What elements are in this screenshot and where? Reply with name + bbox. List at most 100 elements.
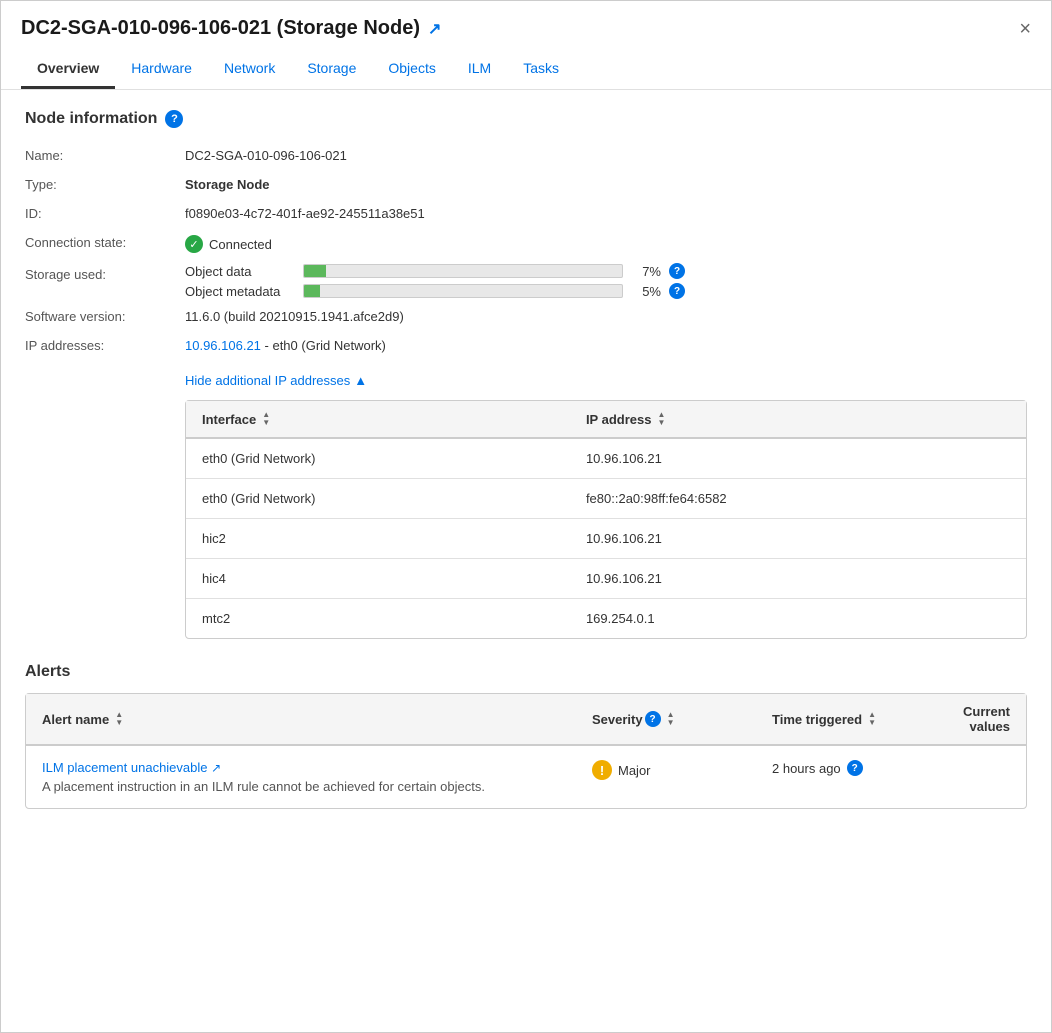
time-col-header[interactable]: Time triggered <box>756 694 936 745</box>
alert-name-col-label: Alert name <box>42 712 109 727</box>
object-metadata-row: Object metadata 5% ? <box>185 283 1027 299</box>
interface-col-label: Interface <box>202 412 256 427</box>
connected-check-icon: ✓ <box>185 235 203 253</box>
object-data-progress-bar <box>303 264 623 278</box>
node-info-section-title: Node information ? <box>25 110 1027 128</box>
alert-name-cell: ILM placement unachievable ↗ A placement… <box>26 745 576 808</box>
tab-network[interactable]: Network <box>208 52 291 89</box>
alerts-section: Alerts Alert name <box>25 663 1027 809</box>
tab-ilm[interactable]: ILM <box>452 52 507 89</box>
tab-storage[interactable]: Storage <box>291 52 372 89</box>
software-value: 11.6.0 (build 20210915.1941.afce2d9) <box>185 305 1027 328</box>
ip-addresses-table: Interface IP address eth <box>185 400 1027 639</box>
ip-cell: fe80::2a0:98ff:fe64:6582 <box>570 479 1026 519</box>
time-col-label: Time triggered <box>772 712 862 727</box>
id-value: f0890e03-4c72-401f-ae92-245511a38e51 <box>185 202 1027 225</box>
severity-col-label: Severity <box>592 712 643 727</box>
severity-sort-icon <box>667 711 675 727</box>
object-data-help-icon[interactable]: ? <box>669 263 685 279</box>
modal-header: DC2-SGA-010-096-106-021 (Storage Node) ↗… <box>1 1 1051 90</box>
connection-status-text: Connected <box>209 237 272 252</box>
object-data-row: Object data 7% ? <box>185 263 1027 279</box>
alert-description: A placement instruction in an ILM rule c… <box>42 779 560 794</box>
chevron-up-icon: ▲ <box>354 373 367 388</box>
ip-table-row: hic4 10.96.106.21 <box>186 559 1026 599</box>
object-data-label: Object data <box>185 264 295 279</box>
major-icon: ! <box>592 760 612 780</box>
alert-time-cell: 2 hours ago ? <box>756 745 936 808</box>
time-triggered: 2 hours ago ? <box>772 760 920 776</box>
alert-name-link[interactable]: ILM placement unachievable ↗ <box>42 760 221 775</box>
object-metadata-help-icon[interactable]: ? <box>669 283 685 299</box>
severity-sort[interactable]: Severity ? <box>592 711 675 727</box>
ip-table-row: eth0 (Grid Network) fe80::2a0:98ff:fe64:… <box>186 479 1026 519</box>
ip-col-label: IP address <box>586 412 652 427</box>
tab-objects[interactable]: Objects <box>372 52 451 89</box>
type-value: Storage Node <box>185 173 1027 196</box>
ip-address-link[interactable]: 10.96.106.21 <box>185 338 261 353</box>
interface-cell: eth0 (Grid Network) <box>186 479 570 519</box>
current-col-label: Current values <box>963 704 1010 734</box>
object-metadata-fill <box>304 285 320 297</box>
time-sort[interactable]: Time triggered <box>772 711 876 727</box>
alert-table-row: ILM placement unachievable ↗ A placement… <box>26 745 1026 808</box>
storage-node-modal: DC2-SGA-010-096-106-021 (Storage Node) ↗… <box>0 0 1052 1033</box>
tab-tasks[interactable]: Tasks <box>507 52 575 89</box>
alert-name-sort[interactable]: Alert name <box>42 711 123 727</box>
ip-cell: 10.96.106.21 <box>570 519 1026 559</box>
ip-value: 10.96.106.21 - eth0 (Grid Network) <box>185 334 1027 357</box>
title-text: DC2-SGA-010-096-106-021 (Storage Node) <box>21 17 420 40</box>
ip-col-header[interactable]: IP address <box>570 401 1026 438</box>
object-metadata-progress-bar <box>303 284 623 298</box>
ip-table-row: mtc2 169.254.0.1 <box>186 599 1026 639</box>
severity-text: Major <box>618 763 651 778</box>
alert-current-cell <box>936 745 1026 808</box>
modal-title: DC2-SGA-010-096-106-021 (Storage Node) ↗ <box>21 17 441 52</box>
severity-help-icon[interactable]: ? <box>645 711 661 727</box>
ip-cell: 10.96.106.21 <box>570 438 1026 479</box>
object-data-pct: 7% <box>631 264 661 279</box>
time-help-icon[interactable]: ? <box>847 760 863 776</box>
interface-sort-icon <box>262 411 270 427</box>
storage-label: Storage used: <box>25 263 185 299</box>
time-sort-icon <box>868 711 876 727</box>
connection-label: Connection state: <box>25 231 185 257</box>
severity-col-header[interactable]: Severity ? <box>576 694 756 745</box>
object-data-fill <box>304 265 326 277</box>
interface-sort[interactable]: Interface <box>202 411 270 427</box>
time-text: 2 hours ago <box>772 761 841 776</box>
ip-cell: 10.96.106.21 <box>570 559 1026 599</box>
connection-state: ✓ Connected <box>185 235 1027 253</box>
tab-overview[interactable]: Overview <box>21 52 115 89</box>
alert-name-col-header[interactable]: Alert name <box>26 694 576 745</box>
software-label: Software version: <box>25 305 185 328</box>
ip-suffix: - eth0 (Grid Network) <box>261 338 386 353</box>
tab-bar: Overview Hardware Network Storage Object… <box>21 52 1031 89</box>
alerts-title: Alerts <box>25 663 1027 681</box>
close-button[interactable]: × <box>1019 19 1031 51</box>
alert-severity-cell: ! Major <box>576 745 756 808</box>
ip-label: IP addresses: <box>25 334 185 357</box>
storage-used-value: Object data 7% ? Object metadata 5% ? <box>185 263 1027 299</box>
interface-cell: hic2 <box>186 519 570 559</box>
major-badge: ! Major <box>592 760 651 780</box>
id-label: ID: <box>25 202 185 225</box>
tab-hardware[interactable]: Hardware <box>115 52 208 89</box>
node-info-grid: Name: DC2-SGA-010-096-106-021 Type: Stor… <box>25 144 1027 357</box>
object-metadata-pct: 5% <box>631 284 661 299</box>
interface-col-header[interactable]: Interface <box>186 401 570 438</box>
alert-external-icon: ↗ <box>211 761 221 775</box>
ip-table-row: eth0 (Grid Network) 10.96.106.21 <box>186 438 1026 479</box>
interface-cell: mtc2 <box>186 599 570 639</box>
ip-cell: 169.254.0.1 <box>570 599 1026 639</box>
hide-ip-label: Hide additional IP addresses <box>185 373 350 388</box>
section-title-text: Node information <box>25 110 157 128</box>
node-info-help-icon[interactable]: ? <box>165 110 183 128</box>
current-col-header: Current values <box>936 694 1026 745</box>
external-link-icon[interactable]: ↗ <box>428 19 441 39</box>
hide-ip-link[interactable]: Hide additional IP addresses ▲ <box>185 373 1027 388</box>
ip-sort[interactable]: IP address <box>586 411 665 427</box>
connection-value: ✓ Connected <box>185 231 1027 257</box>
ip-table-row: hic2 10.96.106.21 <box>186 519 1026 559</box>
type-label: Type: <box>25 173 185 196</box>
